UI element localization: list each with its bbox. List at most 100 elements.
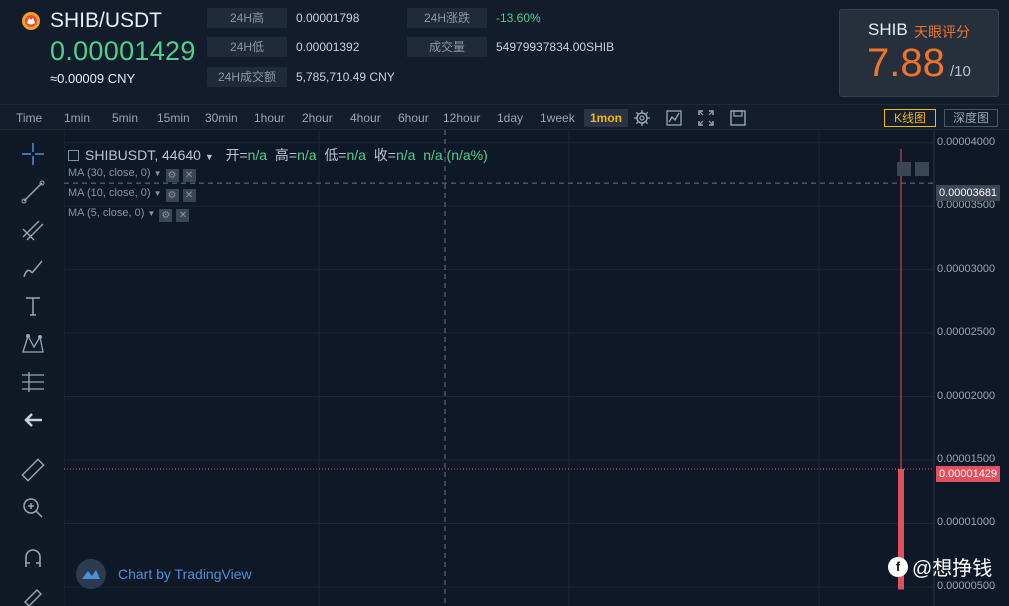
ma-row-10[interactable]: MA (10, close, 0) ▼ ⚙ ✕ bbox=[68, 187, 196, 202]
ma-dropdown-icon[interactable]: ▼ bbox=[147, 209, 155, 218]
timeframe-2hour[interactable]: 2hour bbox=[302, 109, 333, 127]
timeframe-1mon[interactable]: 1mon bbox=[584, 109, 629, 127]
rating-title: 天眼评分 bbox=[914, 24, 970, 40]
ma-label-5: MA (5, close, 0) bbox=[68, 207, 145, 219]
ma-settings-icon[interactable]: ⚙ bbox=[165, 169, 179, 182]
stat-value-24h-high: 0.00001798 bbox=[296, 11, 360, 25]
stat-value-24h-low: 0.00001392 bbox=[296, 40, 360, 54]
legend-open-label: 开= bbox=[225, 147, 248, 163]
ma-remove-icon[interactable]: ✕ bbox=[176, 209, 190, 222]
timeframe-time[interactable]: Time bbox=[16, 109, 42, 127]
y-tick-label: 0.00002000 bbox=[937, 389, 996, 402]
last-price: 0.00001429 bbox=[50, 36, 196, 66]
ma-dropdown-icon[interactable]: ▼ bbox=[154, 189, 162, 198]
legend-low-label: 低= bbox=[324, 147, 347, 163]
legend-low: n/a bbox=[346, 147, 366, 163]
ma-settings-icon[interactable]: ⚙ bbox=[165, 189, 179, 202]
pattern-icon[interactable] bbox=[20, 331, 46, 357]
depth-view-button[interactable]: 深度图 bbox=[944, 109, 998, 127]
ma-dropdown-icon[interactable]: ▼ bbox=[154, 169, 162, 178]
legend-symbol: SHIBUSDT, 44640 bbox=[85, 147, 201, 163]
measure-icon[interactable] bbox=[20, 369, 46, 395]
shib-coin-icon bbox=[22, 12, 40, 30]
timeframe-12hour[interactable]: 12hour bbox=[443, 109, 480, 127]
ma-row-30[interactable]: MA (30, close, 0) ▼ ⚙ ✕ bbox=[68, 167, 196, 182]
ma-label-30: MA (30, close, 0) bbox=[68, 167, 151, 179]
ma-remove-icon[interactable]: ✕ bbox=[182, 169, 196, 182]
timeframe-6hour[interactable]: 6hour bbox=[398, 109, 429, 127]
stat-value-volume: 54979937834.00SHIB bbox=[496, 40, 615, 54]
rating-score: 7.88 bbox=[867, 41, 945, 85]
y-tick-label: 0.00002500 bbox=[937, 326, 996, 339]
last-price-tag: 0.00001429 bbox=[936, 466, 1000, 482]
scroll-left-icon[interactable] bbox=[897, 162, 911, 176]
ticker-header: SHIB/USDT 0.00001429 ≈0.00009 CNY 24H高 0… bbox=[0, 0, 1009, 104]
y-tick-label: 0.00000500 bbox=[937, 579, 996, 592]
tradingview-watermark[interactable]: Chart by TradingView bbox=[76, 559, 252, 589]
social-logo-icon: f bbox=[888, 556, 908, 577]
chart-canvas[interactable] bbox=[64, 130, 1009, 606]
tradingview-logo-icon bbox=[76, 559, 106, 589]
stat-label-volume: 成交量 bbox=[407, 37, 487, 57]
crosshair-icon[interactable] bbox=[20, 141, 46, 167]
timeframe-1day[interactable]: 1day bbox=[497, 109, 523, 127]
pitchfork-icon[interactable] bbox=[20, 217, 46, 243]
legend-open: n/a bbox=[247, 147, 268, 163]
brush-icon[interactable] bbox=[20, 255, 46, 281]
stat-label-24h-low: 24H低 bbox=[207, 37, 287, 57]
symbol-dropdown-icon[interactable]: ▼ bbox=[205, 152, 214, 162]
watermark-text: Chart by TradingView bbox=[118, 566, 252, 582]
trend-line-icon[interactable] bbox=[20, 179, 46, 205]
magnet-icon[interactable] bbox=[20, 545, 46, 571]
ma-remove-icon[interactable]: ✕ bbox=[182, 189, 196, 202]
text-icon[interactable] bbox=[20, 293, 46, 319]
settings-gear-icon[interactable] bbox=[633, 109, 651, 127]
social-watermark: f @想挣钱 bbox=[888, 552, 992, 581]
y-tick-label: 0.00001000 bbox=[937, 516, 996, 529]
rating-coin: SHIB bbox=[868, 20, 908, 39]
ruler-icon[interactable] bbox=[20, 457, 46, 483]
ma-row-5[interactable]: MA (5, close, 0) ▼ ⚙ ✕ bbox=[68, 207, 190, 222]
price-chart[interactable]: SHIBUSDT, 44640 ▼ 开=n/a 高=n/a 低=n/a 收=n/… bbox=[64, 130, 1009, 606]
timeframe-1week[interactable]: 1week bbox=[540, 109, 575, 127]
crosshair-price-tag: 0.00003681 bbox=[936, 185, 1000, 201]
timeframe-4hour[interactable]: 4hour bbox=[350, 109, 381, 127]
back-arrow-icon[interactable] bbox=[20, 407, 46, 433]
timeframe-15min[interactable]: 15min bbox=[157, 109, 190, 127]
timeframe-5min[interactable]: 5min bbox=[112, 109, 138, 127]
y-tick-label: 0.00004000 bbox=[937, 135, 996, 148]
stat-value-24h-change: -13.60% bbox=[496, 11, 541, 25]
zoom-icon[interactable] bbox=[20, 495, 46, 521]
legend-close: n/a bbox=[395, 147, 416, 163]
lock-icon[interactable] bbox=[20, 582, 46, 606]
y-tick-label: 0.00001500 bbox=[937, 453, 996, 466]
rating-max: /10 bbox=[950, 63, 971, 80]
timeframe-30min[interactable]: 30min bbox=[205, 109, 238, 127]
ohlc-legend: SHIBUSDT, 44640 ▼ 开=n/a 高=n/a 低=n/a 收=n/… bbox=[68, 145, 488, 165]
chart-toolbar: Time 1min 5min 15min 30min 1hour 2hour 4… bbox=[0, 104, 1009, 130]
stat-label-24h-turnover: 24H成交额 bbox=[207, 67, 287, 87]
scroll-right-icon[interactable] bbox=[915, 162, 929, 176]
fullscreen-icon[interactable] bbox=[697, 109, 715, 127]
stat-value-24h-turnover: 5,785,710.49 CNY bbox=[296, 70, 395, 84]
ma-label-10: MA (10, close, 0) bbox=[68, 187, 151, 199]
y-tick-label: 0.00003000 bbox=[937, 262, 996, 275]
legend-close-label: 收= bbox=[373, 147, 396, 163]
timeframe-1min[interactable]: 1min bbox=[64, 109, 90, 127]
drawing-toolbar bbox=[0, 130, 64, 606]
legend-change: n/a (n/a%) bbox=[423, 147, 488, 163]
social-handle: @想挣钱 bbox=[912, 558, 993, 580]
timeframe-1hour[interactable]: 1hour bbox=[254, 109, 285, 127]
ma-settings-icon[interactable]: ⚙ bbox=[159, 209, 173, 222]
rating-card[interactable]: SHIB 天眼评分 7.88 /10 bbox=[839, 9, 999, 97]
legend-high: n/a bbox=[297, 147, 317, 163]
legend-high-label: 高= bbox=[274, 147, 298, 163]
collapse-legend-icon[interactable] bbox=[68, 150, 79, 161]
price-cny: ≈0.00009 CNY bbox=[50, 71, 136, 86]
stat-label-24h-high: 24H高 bbox=[207, 8, 287, 28]
pair-name: SHIB/USDT bbox=[50, 9, 163, 32]
kline-view-button[interactable]: K线图 bbox=[884, 109, 936, 127]
stat-label-24h-change: 24H涨跌 bbox=[407, 8, 487, 28]
save-icon[interactable] bbox=[729, 109, 747, 127]
indicators-icon[interactable] bbox=[665, 109, 683, 127]
